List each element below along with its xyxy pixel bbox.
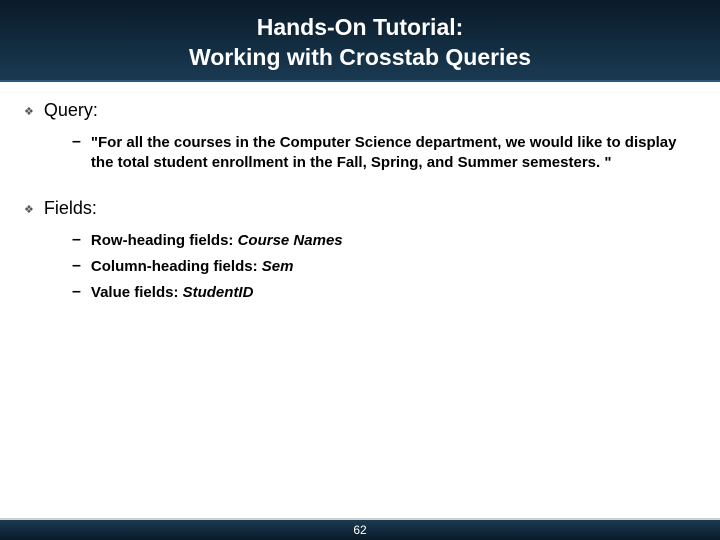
slide-footer: 62 [0,520,720,540]
dash-bullet-icon: – [72,231,81,249]
dash-bullet-icon: – [72,283,81,301]
field-row-heading: Row-heading fields: Course Names [91,231,343,251]
dash-bullet-icon: – [72,133,81,151]
slide-title-line1: Hands-On Tutorial: [257,13,464,43]
list-item: – Row-heading fields: Course Names [72,231,696,251]
list-item: – Value fields: StudentID [72,283,696,303]
section-fields: ❖ Fields: – Row-heading fields: Course N… [24,198,696,304]
list-item: – "For all the courses in the Computer S… [72,133,696,174]
diamond-bullet-icon: ❖ [24,105,34,118]
slide-content: ❖ Query: – "For all the courses in the C… [0,82,720,303]
field-value: Value fields: StudentID [91,283,254,303]
slide-title-line2: Working with Crosstab Queries [189,43,531,73]
diamond-bullet-icon: ❖ [24,203,34,216]
list-item: – Column-heading fields: Sem [72,257,696,277]
dash-bullet-icon: – [72,257,81,275]
query-description: "For all the courses in the Computer Sci… [91,133,696,174]
section-heading-query: Query: [44,100,98,121]
slide-header: Hands-On Tutorial: Working with Crosstab… [0,0,720,82]
section-query: ❖ Query: – "For all the courses in the C… [24,100,696,174]
section-heading-fields: Fields: [44,198,97,219]
field-column-heading: Column-heading fields: Sem [91,257,294,277]
page-number: 62 [353,523,366,537]
